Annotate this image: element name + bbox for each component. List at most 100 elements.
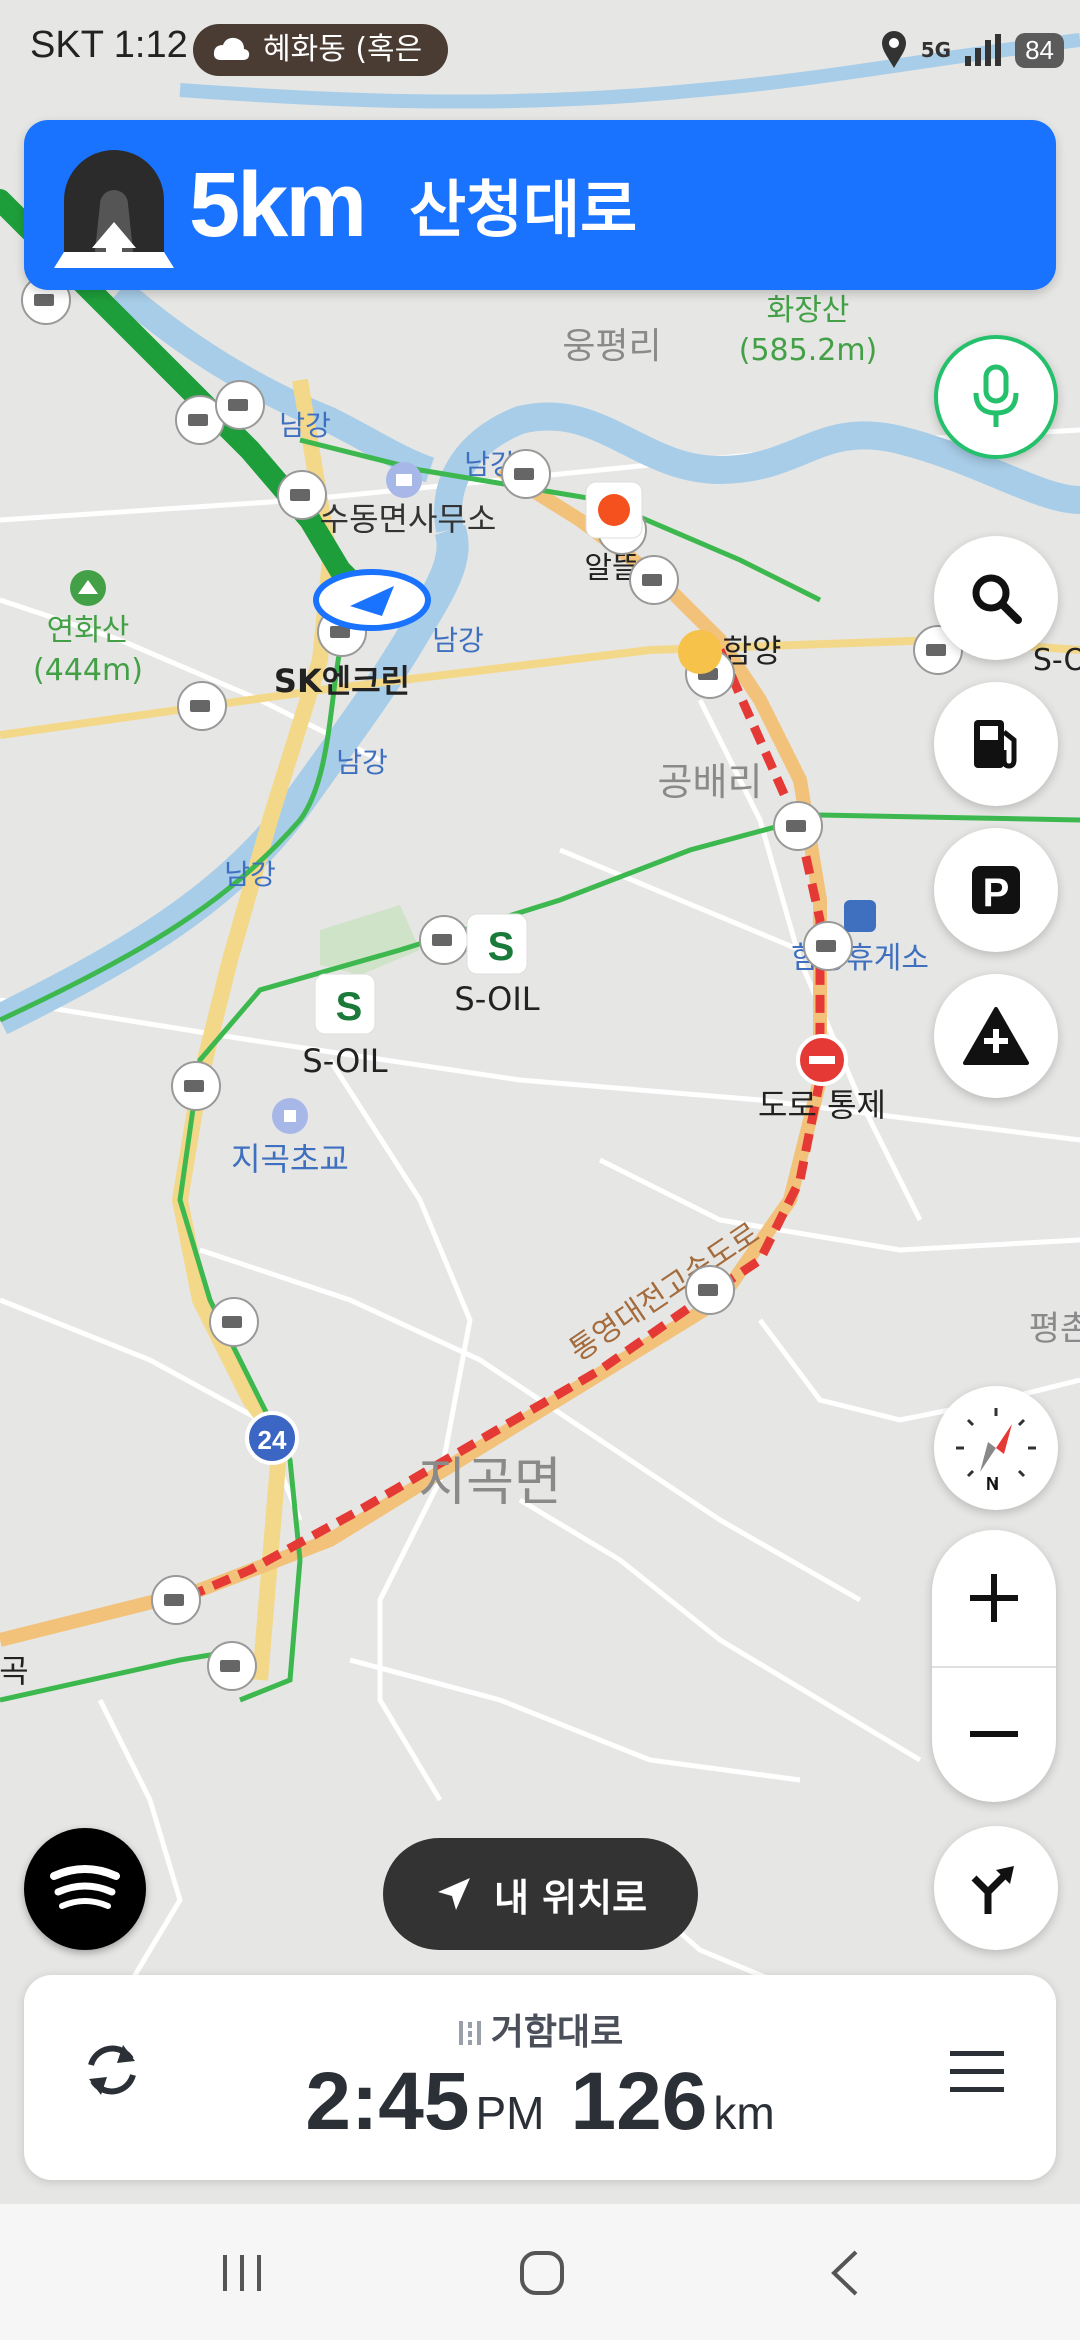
svg-text:S: S: [336, 985, 363, 1029]
label-road-closed: 도로 통제: [758, 1086, 886, 1124]
s-oil-marker-2: S: [314, 973, 376, 1035]
camera-icon: [419, 915, 469, 965]
plus-icon: [970, 1574, 1018, 1622]
government-office-icon: [386, 462, 422, 498]
label-namgang-1: 남강: [279, 409, 331, 442]
eta-summary: 2:45 PM 126 km: [24, 2055, 1056, 2149]
label-jigok-school: 지곡초교: [231, 1140, 349, 1178]
current-position-marker: [313, 569, 431, 631]
home-icon: [520, 2251, 564, 2295]
status-bar: SKT 1:12 혜화동 (혹은 5G 84: [0, 0, 1080, 100]
label-s-oil-edge: S-O: [1033, 643, 1080, 678]
fork-arrow-icon: [971, 1866, 1014, 1914]
label-namgang-2: 남강: [432, 624, 484, 657]
back-icon: [831, 2250, 858, 2296]
destination-road: 거함대로: [24, 2003, 1056, 2055]
arrival-ampm: PM: [475, 2087, 545, 2139]
camera-icon: [685, 1265, 735, 1315]
camera-icon: [207, 1641, 257, 1691]
camera-icon: [151, 1575, 201, 1625]
road-closed-icon: [796, 1034, 848, 1086]
camera-icon: [803, 921, 853, 971]
camera-icon: [177, 681, 227, 731]
camera-icon: [215, 380, 265, 430]
label-sk-encleen: SK엔크린: [274, 662, 410, 700]
status-time: SKT 1:12: [30, 24, 188, 66]
label-namgang-4: 남강: [224, 858, 276, 891]
parking-icon: P: [972, 866, 1020, 915]
weather-location-label: 혜화동 (혹은: [263, 32, 423, 67]
spotify-icon: [50, 1865, 120, 1909]
next-road-name: 산청대로: [409, 173, 638, 246]
label-namgang-3: 남강: [336, 746, 388, 779]
camera-icon: [277, 470, 327, 520]
label-gongbaeri: 공배리: [658, 760, 763, 804]
cloud-icon: [213, 37, 250, 60]
network-type: 5G: [920, 38, 952, 62]
status-icons: 5G 84: [879, 28, 1064, 72]
recents-icon: [223, 2255, 261, 2291]
signal-icon: [965, 34, 1002, 66]
interchange-icon: [678, 630, 722, 674]
spotify-button[interactable]: [24, 1828, 146, 1950]
back-button[interactable]: [786, 2238, 906, 2308]
svg-text:P: P: [983, 871, 1010, 915]
my-location-button[interactable]: 내 위치로: [383, 1838, 698, 1950]
camera-icon: [629, 555, 679, 605]
zoom-out-button[interactable]: [932, 1666, 1056, 1802]
gas-station-button[interactable]: [934, 682, 1058, 806]
distance-unit: km: [713, 2087, 775, 2139]
label-s-oil-2: S-OIL: [302, 1042, 387, 1080]
location-arrow-icon: [437, 1878, 470, 1910]
microphone-icon: [973, 364, 1019, 427]
label-mountain-yeonhwa: 연화산: [47, 613, 130, 648]
label-mountain-hwajang-height: (585.2m): [739, 333, 878, 368]
next-maneuver-distance: 5km: [189, 154, 367, 256]
mountain-icon: [70, 570, 106, 606]
label-pyeongchon: 평촌: [1029, 1309, 1080, 1349]
parking-button[interactable]: P: [934, 828, 1058, 952]
trip-summary-card[interactable]: 거함대로 2:45 PM 126 km: [24, 1975, 1056, 2180]
recent-apps-button[interactable]: [182, 2238, 302, 2308]
s-oil-marker-1: S: [466, 913, 528, 975]
label-mountain-yeonhwa-height: (444m): [33, 653, 143, 688]
voice-command-button[interactable]: [934, 335, 1058, 459]
route-24-shield: 24: [245, 1411, 299, 1465]
restaurant-icon: [844, 900, 876, 932]
zoom-control: [932, 1530, 1056, 1802]
add-report-icon: [963, 1007, 1029, 1065]
home-button[interactable]: [482, 2238, 602, 2308]
route-options-button[interactable]: [934, 1826, 1058, 1950]
hamburger-icon: [950, 2051, 1004, 2092]
gas-station-marker: [585, 481, 643, 539]
svg-text:S: S: [488, 925, 515, 969]
battery-level: 84: [1015, 32, 1064, 68]
label-gok: 곡: [0, 1652, 29, 1690]
school-icon: [272, 1098, 308, 1134]
compass-button[interactable]: N: [934, 1386, 1058, 1510]
compass-north-label: N: [986, 1474, 999, 1494]
compass-icon: N: [956, 1408, 1036, 1494]
search-button[interactable]: [934, 536, 1058, 660]
label-sudong-office: 수동면사무소: [320, 500, 497, 538]
camera-icon: [501, 449, 551, 499]
label-s-oil-1: S-OIL: [454, 980, 539, 1018]
camera-icon: [171, 1061, 221, 1111]
arrival-time: 2:45: [305, 2056, 470, 2147]
camera-icon: [773, 801, 823, 851]
fuel-icon: [974, 720, 1017, 769]
my-location-label: 내 위치로: [493, 1875, 648, 1920]
report-incident-button[interactable]: [934, 974, 1058, 1098]
menu-button[interactable]: [948, 2047, 1006, 2101]
search-icon: [972, 574, 1022, 624]
system-nav-bar: [0, 2204, 1080, 2340]
weather-location-pill[interactable]: 혜화동 (혹은: [193, 24, 449, 76]
minus-icon: [970, 1731, 1018, 1737]
remaining-distance: 126: [570, 2056, 708, 2147]
turn-instruction-banner[interactable]: 5km 산청대로: [24, 120, 1056, 290]
tunnel-straight-icon: [54, 150, 174, 268]
location-pin-icon: [881, 31, 906, 68]
zoom-in-button[interactable]: [932, 1530, 1056, 1666]
camera-icon: [209, 1297, 259, 1347]
label-ungpyeongri: 웅평리: [562, 326, 661, 367]
